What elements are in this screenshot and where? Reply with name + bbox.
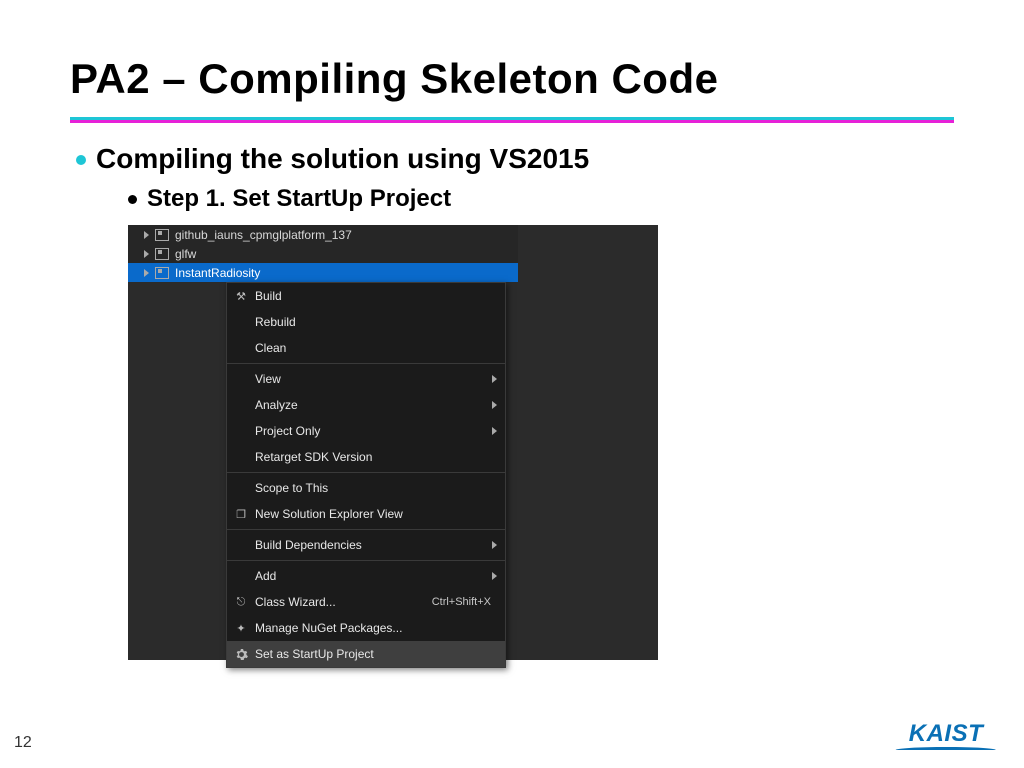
solution-explorer: github_iauns_cpmglplatform_137 glfw Inst… — [128, 225, 518, 282]
menu-item-label: Retarget SDK Version — [255, 450, 505, 464]
expand-icon[interactable] — [144, 269, 149, 277]
project-icon — [155, 267, 169, 279]
menu-item-label: Build — [255, 289, 505, 303]
menu-item[interactable]: ⎋Class Wizard...Ctrl+Shift+X — [227, 589, 505, 615]
menu-item-label: Scope to This — [255, 481, 505, 495]
menu-item-label: Analyze — [255, 398, 505, 412]
build-icon: ⚒ — [227, 290, 255, 303]
menu-item[interactable]: Clean — [227, 335, 505, 361]
menu-separator — [227, 529, 505, 530]
menu-item-label: View — [255, 372, 505, 386]
project-node[interactable]: github_iauns_cpmglplatform_137 — [128, 225, 518, 244]
package-icon: ✦ — [227, 622, 255, 635]
menu-item-shortcut: Ctrl+Shift+X — [432, 596, 505, 608]
menu-item[interactable]: Build Dependencies — [227, 532, 505, 558]
screenshot-vs2015: github_iauns_cpmglplatform_137 glfw Inst… — [128, 225, 658, 660]
submenu-arrow-icon — [492, 541, 497, 549]
context-menu: ⚒Build Rebuild Clean View Analyze Project Onl… — [226, 282, 506, 668]
project-label: glfw — [175, 247, 196, 261]
bullet-text: Compiling the solution using VS2015 — [96, 143, 589, 175]
submenu-arrow-icon — [492, 375, 497, 383]
menu-item[interactable]: Project Only — [227, 418, 505, 444]
slide-title: PA2 – Compiling Skeleton Code — [70, 55, 954, 103]
menu-item-label: Add — [255, 569, 505, 583]
content-area: Compiling the solution using VS2015 Step… — [70, 143, 954, 660]
menu-item[interactable]: ⚒Build — [227, 283, 505, 309]
logo-swoosh — [896, 744, 996, 754]
project-icon — [155, 248, 169, 260]
project-icon — [155, 229, 169, 241]
menu-item-label: Class Wizard... — [255, 595, 432, 609]
gear-icon — [227, 648, 255, 661]
bullet-text: Step 1. Set StartUp Project — [147, 185, 451, 213]
submenu-arrow-icon — [492, 572, 497, 580]
menu-item[interactable]: Add — [227, 563, 505, 589]
menu-item-label: Clean — [255, 341, 505, 355]
wizard-icon: ⎋ — [227, 596, 255, 609]
project-node-selected[interactable]: InstantRadiosity — [128, 263, 518, 282]
expand-icon[interactable] — [144, 250, 149, 258]
kaist-logo: KAIST — [896, 720, 996, 754]
menu-item[interactable]: ✦Manage NuGet Packages... — [227, 615, 505, 641]
expand-icon[interactable] — [144, 231, 149, 239]
menu-item[interactable]: Analyze — [227, 392, 505, 418]
bullet-dot — [76, 155, 86, 165]
menu-separator — [227, 363, 505, 364]
project-label: InstantRadiosity — [175, 266, 260, 280]
menu-item[interactable]: Scope to This — [227, 475, 505, 501]
menu-item[interactable]: ❐New Solution Explorer View — [227, 501, 505, 527]
menu-item-label: Manage NuGet Packages... — [255, 621, 505, 635]
menu-item-label: Set as StartUp Project — [255, 647, 505, 661]
submenu-arrow-icon — [492, 427, 497, 435]
menu-item-label: Project Only — [255, 424, 505, 438]
slide: PA2 – Compiling Skeleton Code Compiling … — [0, 0, 1024, 768]
bullet-level-1: Compiling the solution using VS2015 — [76, 143, 954, 175]
menu-separator — [227, 560, 505, 561]
submenu-arrow-icon — [492, 401, 497, 409]
menu-separator — [227, 472, 505, 473]
menu-item[interactable]: Rebuild — [227, 309, 505, 335]
project-label: github_iauns_cpmglplatform_137 — [175, 228, 352, 242]
menu-item[interactable]: View — [227, 366, 505, 392]
title-divider — [70, 117, 954, 123]
project-node[interactable]: glfw — [128, 244, 518, 263]
menu-item[interactable]: Retarget SDK Version — [227, 444, 505, 470]
menu-item-label: Rebuild — [255, 315, 505, 329]
menu-item-label: Build Dependencies — [255, 538, 505, 552]
bullet-level-2: Step 1. Set StartUp Project — [128, 185, 954, 213]
page-number: 12 — [14, 734, 32, 752]
bullet-dot — [128, 195, 137, 204]
window-icon: ❐ — [227, 508, 255, 521]
menu-item-label: New Solution Explorer View — [255, 507, 505, 521]
menu-item[interactable]: Set as StartUp Project — [227, 641, 505, 667]
